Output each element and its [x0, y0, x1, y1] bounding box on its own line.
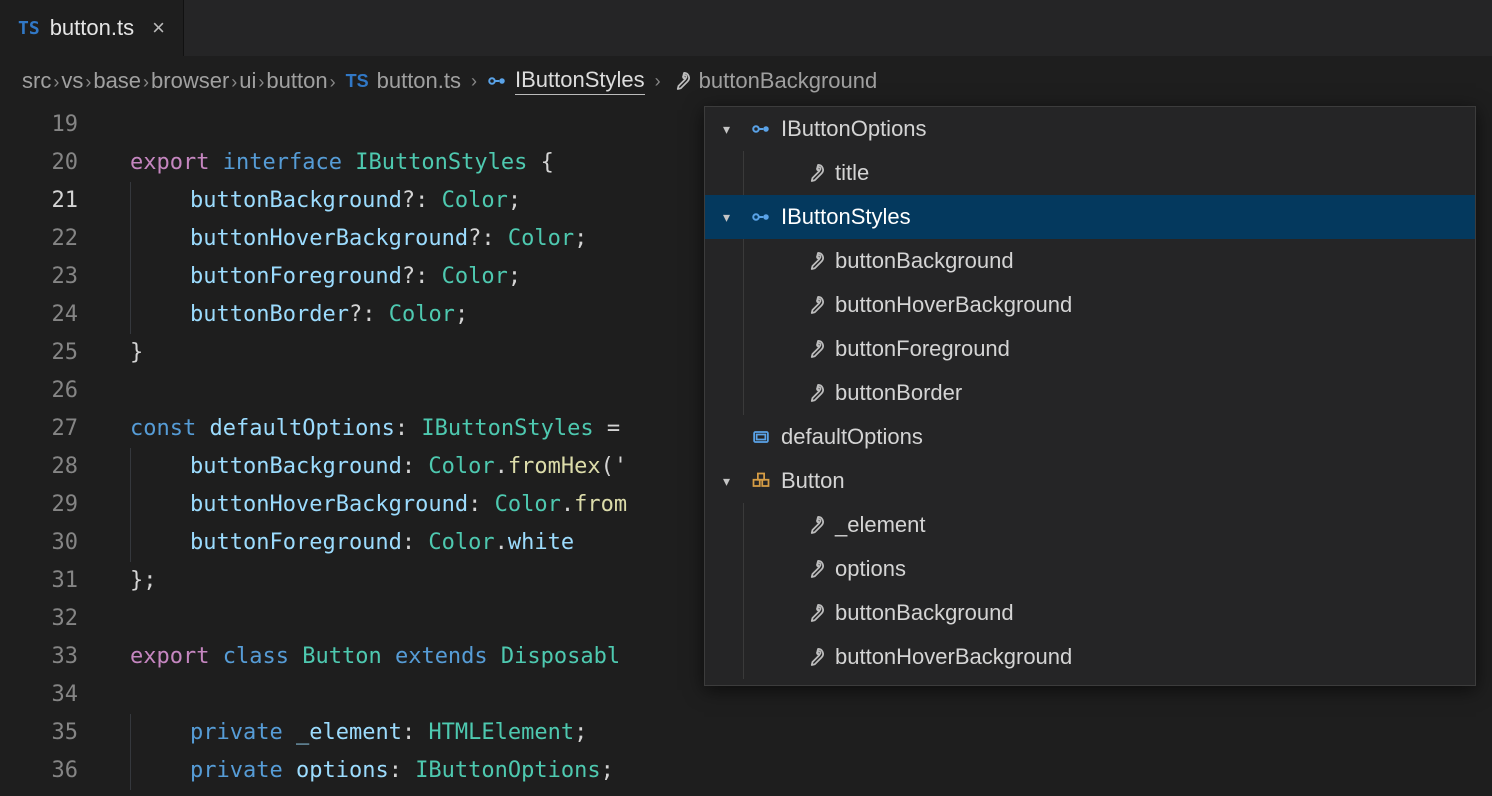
breadcrumb-outline-dropdown[interactable]: ▾ IButtonOptions title ▾ IButtonStyles butt… — [704, 106, 1476, 686]
line-gutter: 192021222324252627282930313233343536 — [0, 106, 96, 790]
editor-tab[interactable]: TS button.ts × — [0, 0, 184, 56]
outline-item[interactable]: ▾ IButtonOptions — [705, 107, 1475, 151]
property-icon — [805, 515, 825, 535]
outline-item-label: title — [835, 160, 869, 186]
outline-item-label: Button — [781, 468, 845, 494]
interface-icon — [751, 119, 771, 139]
chevron-down-icon[interactable] — [777, 297, 795, 313]
close-icon[interactable]: × — [152, 15, 165, 41]
interface-icon — [487, 71, 507, 91]
chevron-right-icon: › — [469, 71, 479, 92]
outline-item[interactable]: buttonBorder — [705, 371, 1475, 415]
property-icon — [805, 251, 825, 271]
editor-tabbar: TS button.ts × — [0, 0, 1492, 56]
breadcrumb-folder[interactable]: button — [266, 68, 327, 94]
outline-item-label: _element — [835, 512, 926, 538]
outline-item[interactable]: buttonBackground — [705, 591, 1475, 635]
property-icon — [805, 295, 825, 315]
outline-item-label: IButtonStyles — [781, 204, 911, 230]
outline-item-label: options — [835, 556, 906, 582]
outline-item-label: IButtonOptions — [781, 116, 927, 142]
property-icon — [805, 603, 825, 623]
interface-icon — [751, 207, 771, 227]
breadcrumb: src›vs›base›browser›ui›button› TS button… — [0, 56, 1492, 106]
tab-filename: button.ts — [50, 15, 134, 41]
outline-item-label: buttonHoverBackground — [835, 292, 1072, 318]
breadcrumb-symbol-property[interactable]: buttonBackground — [671, 68, 878, 94]
outline-item[interactable]: buttonHoverBackground — [705, 635, 1475, 679]
outline-item-label: buttonBorder — [835, 380, 962, 406]
outline-item[interactable]: buttonBackground — [705, 239, 1475, 283]
chevron-right-icon: › — [256, 72, 266, 92]
chevron-down-icon[interactable]: ▾ — [723, 209, 741, 226]
chevron-down-icon[interactable] — [777, 385, 795, 401]
chevron-down-icon[interactable]: ▾ — [723, 121, 741, 138]
outline-item[interactable]: buttonForeground — [705, 327, 1475, 371]
chevron-down-icon[interactable] — [777, 517, 795, 533]
chevron-right-icon: › — [51, 72, 61, 92]
chevron-down-icon[interactable] — [777, 253, 795, 269]
breadcrumb-folder[interactable]: browser — [151, 68, 229, 94]
code-editor[interactable]: 192021222324252627282930313233343536 exp… — [0, 106, 1492, 796]
chevron-right-icon: › — [653, 71, 663, 92]
chevron-down-icon[interactable] — [777, 561, 795, 577]
property-icon — [805, 383, 825, 403]
chevron-down-icon[interactable] — [723, 429, 741, 445]
outline-item-label: buttonHoverBackground — [835, 644, 1072, 670]
chevron-right-icon: › — [229, 72, 239, 92]
breadcrumb-folder[interactable]: ui — [239, 68, 256, 94]
outline-item[interactable]: defaultOptions — [705, 415, 1475, 459]
outline-item[interactable]: options — [705, 547, 1475, 591]
outline-item-label: buttonBackground — [835, 248, 1014, 274]
breadcrumb-symbol-interface[interactable]: IButtonStyles — [487, 67, 645, 95]
outline-item-label: defaultOptions — [781, 424, 923, 450]
outline-item-label: buttonBackground — [835, 600, 1014, 626]
chevron-down-icon[interactable]: ▾ — [723, 473, 741, 490]
chevron-right-icon: › — [83, 72, 93, 92]
chevron-down-icon[interactable] — [777, 165, 795, 181]
typescript-icon: TS — [346, 71, 369, 92]
chevron-down-icon[interactable] — [777, 605, 795, 621]
property-icon — [805, 647, 825, 667]
chevron-down-icon[interactable] — [777, 649, 795, 665]
constant-icon — [751, 427, 771, 447]
property-icon — [671, 71, 691, 91]
outline-item[interactable]: _element — [705, 503, 1475, 547]
property-icon — [805, 339, 825, 359]
breadcrumb-folder[interactable]: src — [22, 68, 51, 94]
class-icon — [751, 471, 771, 491]
outline-item[interactable]: title — [705, 151, 1475, 195]
breadcrumb-folder[interactable]: base — [93, 68, 141, 94]
chevron-right-icon: › — [141, 72, 151, 92]
breadcrumb-folder[interactable]: vs — [61, 68, 83, 94]
outline-item[interactable]: ▾ IButtonStyles — [705, 195, 1475, 239]
chevron-right-icon: › — [328, 72, 338, 92]
property-icon — [805, 559, 825, 579]
breadcrumb-file[interactable]: TS button.ts — [346, 68, 461, 94]
outline-item-label: buttonForeground — [835, 336, 1010, 362]
property-icon — [805, 163, 825, 183]
outline-item[interactable]: buttonHoverBackground — [705, 283, 1475, 327]
outline-item[interactable]: ▾ Button — [705, 459, 1475, 503]
typescript-icon: TS — [18, 18, 40, 39]
chevron-down-icon[interactable] — [777, 341, 795, 357]
